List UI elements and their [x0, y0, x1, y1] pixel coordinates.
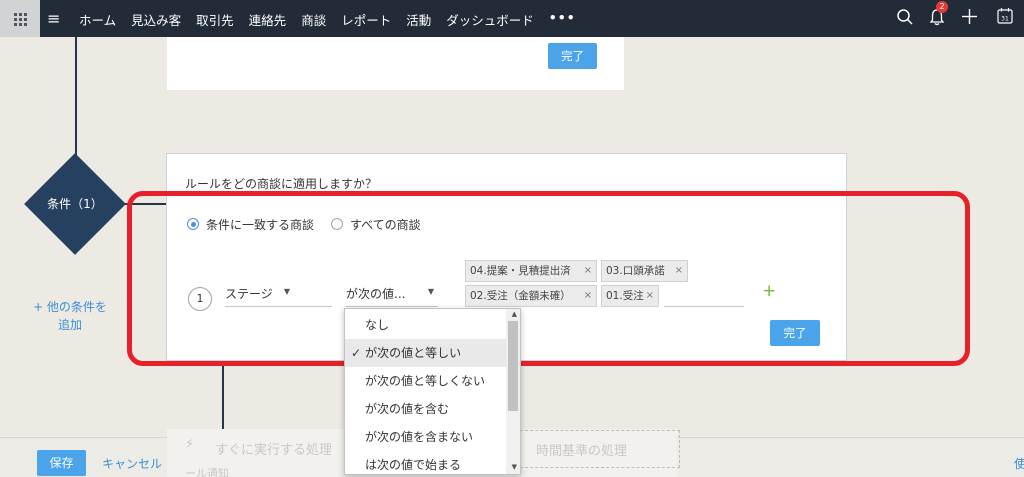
save-button[interactable]: 保存: [37, 450, 86, 476]
check-icon: ✓: [351, 346, 362, 360]
operator-option-label: が次の値と等しい: [365, 346, 462, 360]
operator-option[interactable]: なし: [345, 311, 507, 339]
operator-option-label: が次の値と等しくない: [365, 374, 486, 388]
notification-badge: 2: [936, 1, 948, 13]
svg-text:31: 31: [1001, 16, 1009, 23]
scroll-down-icon[interactable]: ▼: [512, 463, 517, 471]
previous-step-card: 完了: [167, 37, 624, 90]
top-navigation-bar: ≡ ホーム 見込み客 取引先 連絡先 商談 レポート 活動 ダッシュボード ••…: [0, 0, 1024, 37]
dropdown-scrollbar[interactable]: ▲ ▼: [506, 309, 520, 474]
workflow-connector-bottom: [222, 362, 224, 432]
nav-item-reports[interactable]: レポート: [341, 10, 391, 29]
add-condition-text-1: + 他の条件を: [33, 300, 107, 314]
operator-option-selected[interactable]: ✓ が次の値と等しい: [345, 339, 507, 367]
scrollbar-thumb[interactable]: [508, 321, 518, 411]
condition-label: 条件（1）: [47, 197, 103, 211]
app-launcher-button[interactable]: [0, 0, 40, 37]
workflow-connector-top: [75, 37, 77, 157]
operator-option-label: なし: [365, 318, 390, 332]
add-condition-link[interactable]: + 他の条件を 追加: [30, 298, 110, 334]
main-nav: ホーム 見込み客 取引先 連絡先 商談 レポート 活動 ダッシュボード •••: [79, 10, 576, 29]
operator-option[interactable]: は次の値で始まる: [345, 451, 507, 474]
operator-option[interactable]: が次の値を含まない: [345, 423, 507, 451]
operator-option[interactable]: が次の値を含む: [345, 395, 507, 423]
operator-option-label: が次の値を含む: [365, 402, 450, 416]
operator-option-label: が次の値を含まない: [365, 430, 474, 444]
nav-item-home[interactable]: ホーム: [79, 10, 116, 29]
plus-icon[interactable]: [961, 8, 978, 25]
search-icon[interactable]: [896, 8, 914, 26]
scroll-up-icon[interactable]: ▲: [512, 310, 517, 318]
nav-item-dashboards[interactable]: ダッシュボード: [446, 10, 534, 29]
menu-icon[interactable]: ≡: [47, 9, 60, 28]
add-condition-text-2: 追加: [57, 318, 82, 332]
done-button-top[interactable]: 完了: [548, 43, 597, 69]
bolt-icon: ⚡: [185, 437, 195, 452]
instant-action-label: すぐに実行する処理: [215, 443, 333, 458]
nav-item-deals[interactable]: 商談: [301, 10, 326, 29]
nav-item-leads[interactable]: 見込み客: [131, 10, 181, 29]
operator-option[interactable]: が次の値と等しくない: [345, 367, 507, 395]
operator-dropdown: なし ✓ が次の値と等しい が次の値と等しくない が次の値を含む が次の値を含まな…: [344, 308, 521, 475]
calendar-icon[interactable]: 31: [997, 7, 1013, 25]
truncated-right-link[interactable]: 使: [1014, 455, 1024, 472]
nav-item-activities[interactable]: 活動: [406, 10, 431, 29]
highlight-annotation: [127, 191, 970, 366]
nav-item-accounts[interactable]: 取引先: [196, 10, 234, 29]
cancel-button[interactable]: キャンセル: [102, 455, 162, 472]
rule-question: ルールをどの商談に適用しますか？: [185, 177, 378, 191]
timed-action-label: 時間基準の処理: [536, 444, 628, 459]
operator-option-label: は次の値で始まる: [365, 458, 462, 472]
partial-footer-text: ール通知: [185, 467, 229, 477]
nav-more-icon[interactable]: •••: [549, 10, 576, 29]
nav-item-contacts[interactable]: 連絡先: [249, 10, 287, 29]
